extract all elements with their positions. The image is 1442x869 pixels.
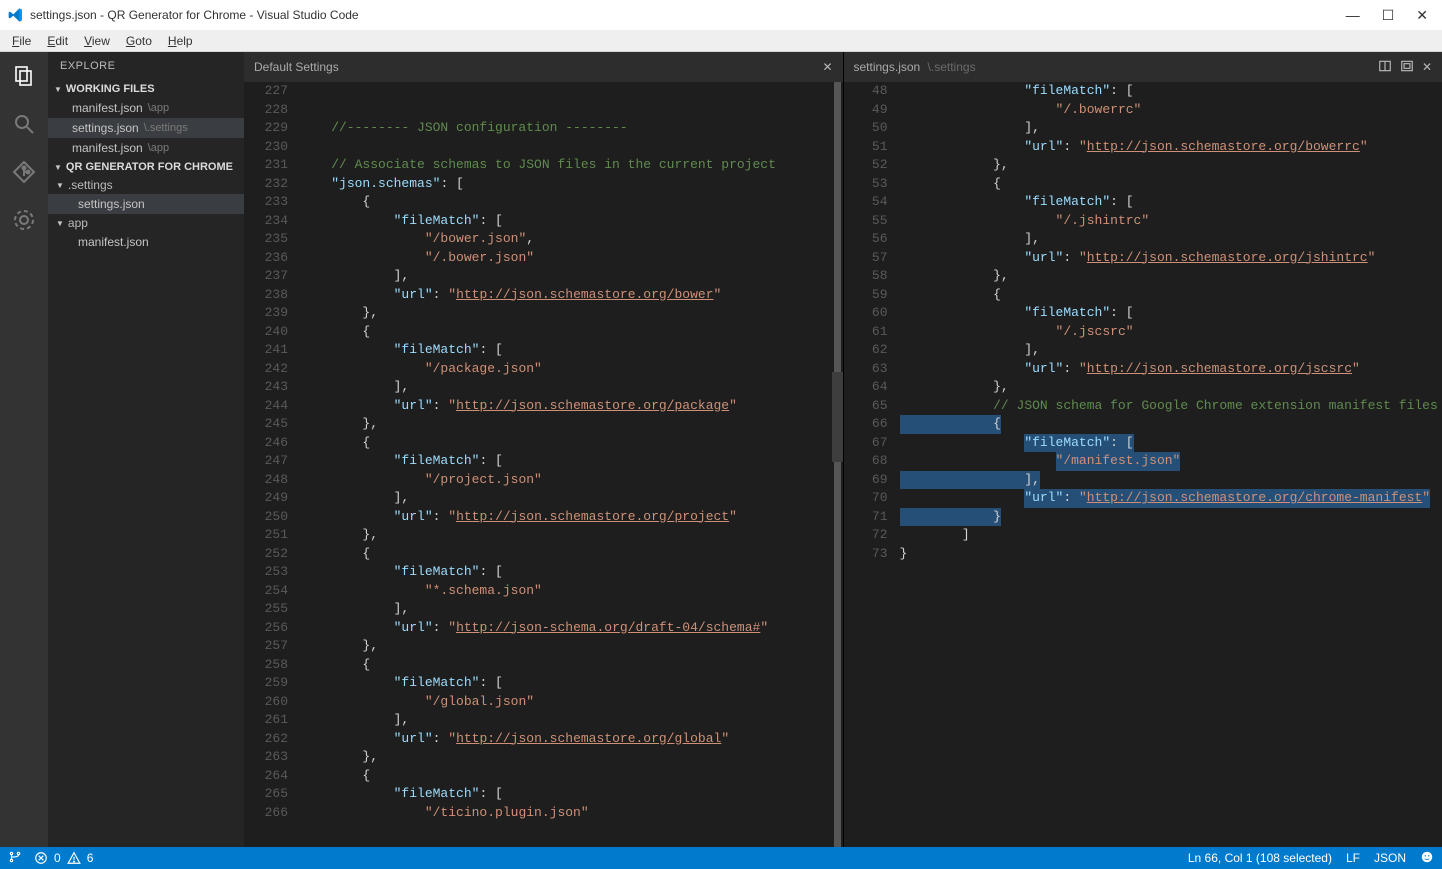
sidebar-title: EXPLORE <box>48 52 244 80</box>
menu-edit[interactable]: Edit <box>39 32 76 50</box>
tree-folder[interactable]: ▼.settings <box>48 176 244 194</box>
editor-tab-right[interactable]: settings.json \.settings ✕ <box>844 52 1442 82</box>
feedback-icon[interactable] <box>1420 850 1434 867</box>
close-button[interactable]: ✕ <box>1416 7 1428 24</box>
close-tab-icon[interactable]: ✕ <box>1422 60 1432 74</box>
title-bar: settings.json - QR Generator for Chrome … <box>0 0 1442 30</box>
menu-view[interactable]: View <box>76 32 118 50</box>
editor-group-right: settings.json \.settings ✕ 4849505152535… <box>844 52 1442 847</box>
tree-file[interactable]: settings.json <box>48 194 244 214</box>
debug-icon[interactable] <box>10 206 38 234</box>
tab-label: settings.json <box>854 60 921 74</box>
menu-goto[interactable]: Goto <box>118 32 160 50</box>
working-files-header[interactable]: ▼ WORKING FILES <box>48 80 244 98</box>
working-file-item[interactable]: manifest.json\app <box>48 138 244 158</box>
window-title: settings.json - QR Generator for Chrome … <box>30 8 1346 22</box>
git-icon[interactable] <box>10 158 38 186</box>
menu-file[interactable]: File <box>4 32 39 50</box>
explorer-icon[interactable] <box>10 62 38 90</box>
status-language[interactable]: JSON <box>1374 851 1406 865</box>
chevron-down-icon: ▼ <box>56 219 64 228</box>
status-eol[interactable]: LF <box>1346 851 1360 865</box>
activity-bar <box>0 52 48 847</box>
menu-help[interactable]: Help <box>160 32 201 50</box>
code-editor-left[interactable]: 2272282292302312322332342352362372382392… <box>244 82 843 847</box>
menu-bar: File Edit View Goto Help <box>0 30 1442 52</box>
tab-path: \.settings <box>928 60 976 74</box>
working-file-item[interactable]: manifest.json\app <box>48 98 244 118</box>
tab-label: Default Settings <box>254 60 339 74</box>
chevron-down-icon: ▼ <box>56 181 64 190</box>
chevron-down-icon: ▼ <box>54 85 62 94</box>
status-cursor[interactable]: Ln 66, Col 1 (108 selected) <box>1188 851 1332 865</box>
search-icon[interactable] <box>10 110 38 138</box>
more-actions-icon[interactable] <box>1400 59 1414 76</box>
tree-folder[interactable]: ▼app <box>48 214 244 232</box>
working-file-item[interactable]: settings.json\.settings <box>48 118 244 138</box>
status-bar: 0 6 Ln 66, Col 1 (108 selected) LF JSON <box>0 847 1442 869</box>
editor-group-left: Default Settings ✕ 227228229230231232233… <box>244 52 844 847</box>
close-tab-icon[interactable]: ✕ <box>822 60 832 74</box>
vscode-logo-icon <box>8 7 24 23</box>
chevron-down-icon: ▼ <box>54 163 62 172</box>
split-editor-icon[interactable] <box>1378 59 1392 76</box>
scrollbar-vertical[interactable] <box>832 82 843 847</box>
git-branch-icon[interactable] <box>8 850 22 867</box>
project-header[interactable]: ▼ QR GENERATOR FOR CHROME <box>48 158 244 176</box>
code-editor-right[interactable]: 4849505152535455565758596061626364656667… <box>844 82 1442 847</box>
minimize-button[interactable]: — <box>1346 7 1360 23</box>
editor-tab-left[interactable]: Default Settings ✕ <box>244 52 843 82</box>
maximize-button[interactable]: ☐ <box>1382 7 1395 24</box>
errors-warnings[interactable]: 0 6 <box>34 851 93 865</box>
explorer-sidebar: EXPLORE ▼ WORKING FILES manifest.json\ap… <box>48 52 244 847</box>
tree-file[interactable]: manifest.json <box>48 232 244 252</box>
